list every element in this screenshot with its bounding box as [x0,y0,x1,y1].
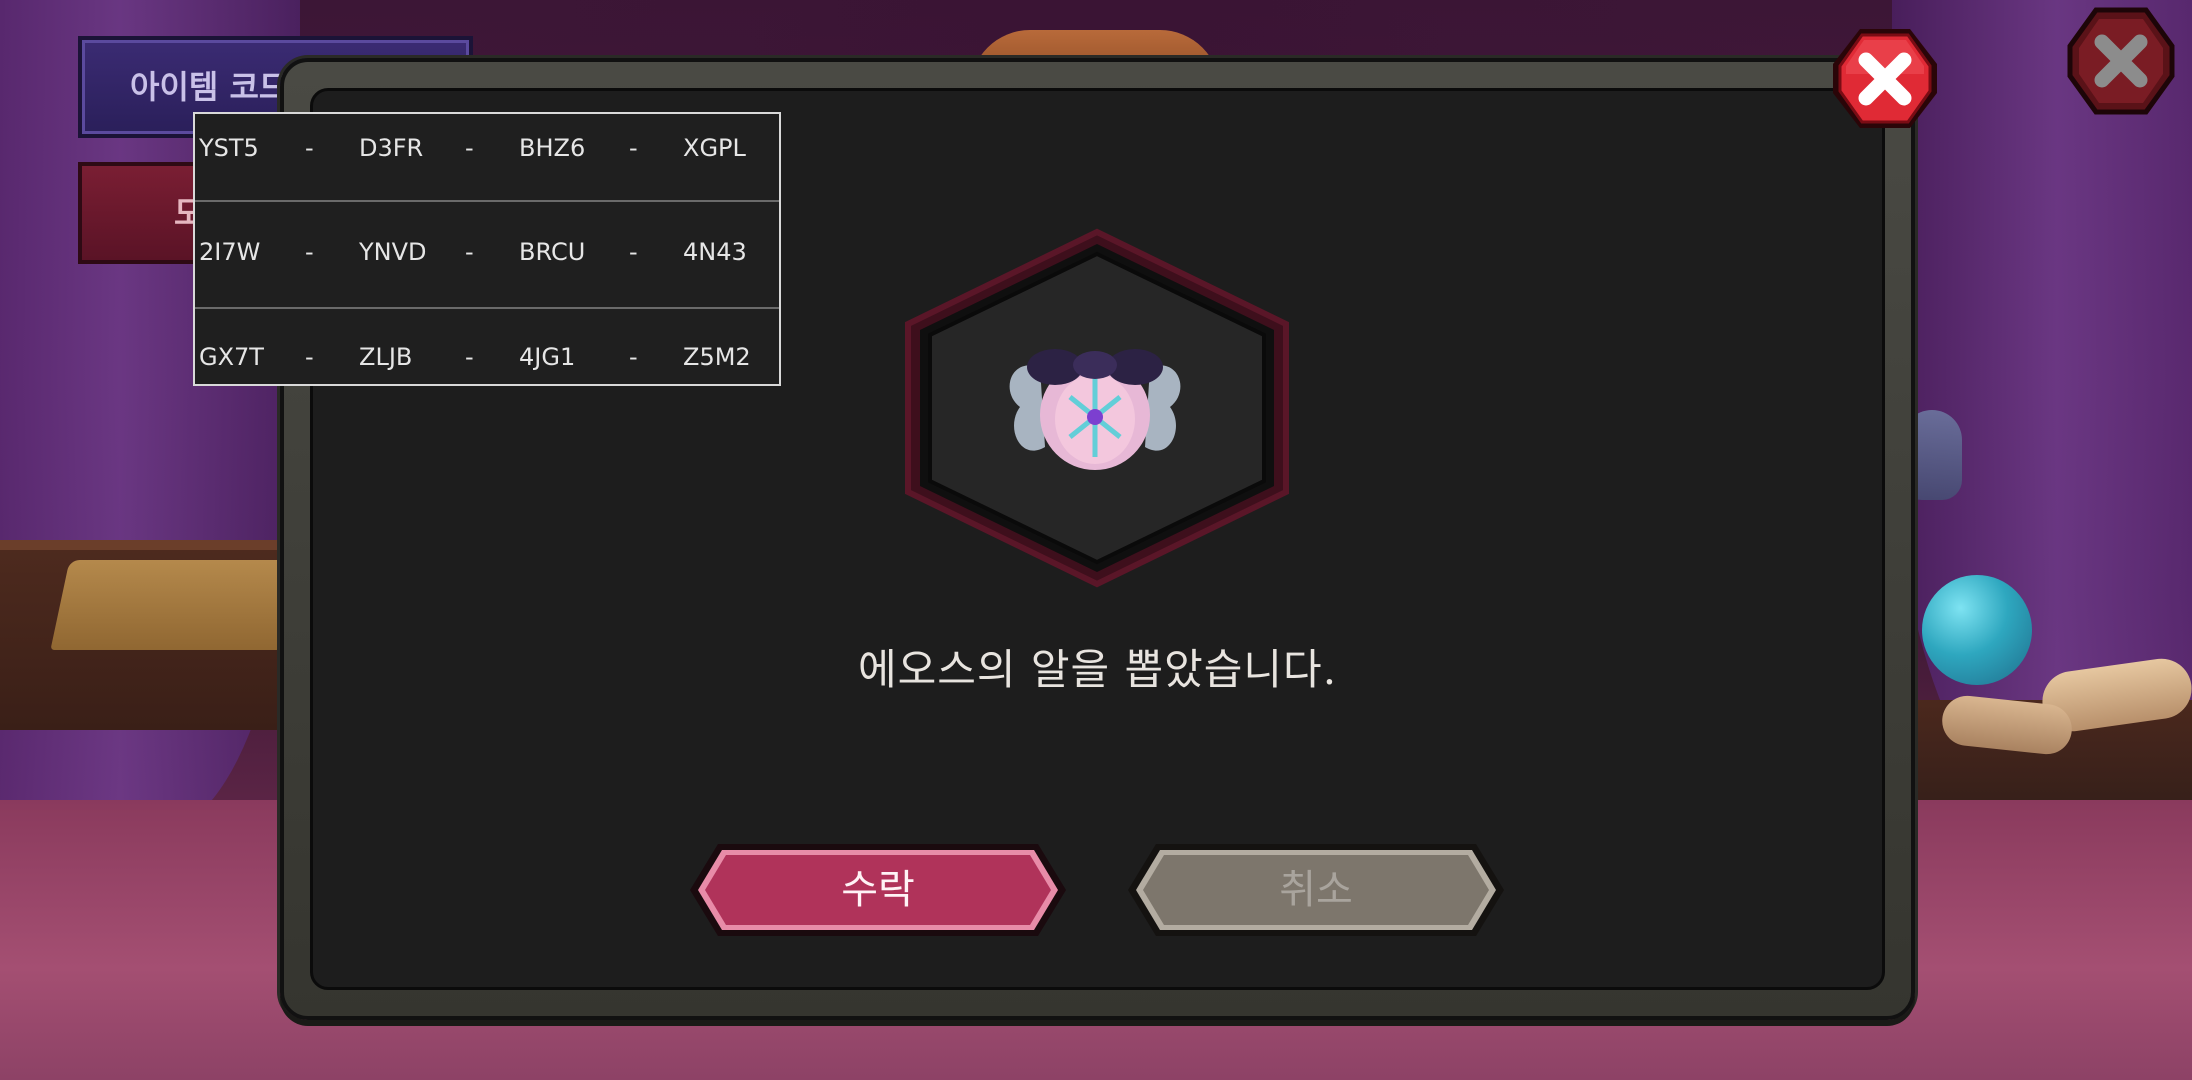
cancel-button-label: 취소 [1279,867,1353,913]
code-segment: BRCU [519,238,586,266]
coupon-code-panel: YST5 - D3FR - BHZ6 - XGPL 2I7W - YNVD - … [193,112,781,386]
code-separator: - [305,134,314,162]
code-separator: - [629,134,638,162]
code-row: YST5 - D3FR - BHZ6 - XGPL [195,114,779,202]
accept-button-label: 수락 [841,867,915,913]
background-close-icon[interactable] [2066,6,2176,116]
game-screen: 아이템 코드 도 에오스의 알을 뽑았습니다. 수락 취소 YST5 - D3F… [0,0,2192,1080]
reward-message: 에오스의 알을 뽑았습니다. [857,645,1338,694]
code-segment: 4N43 [683,238,747,266]
code-row: 2I7W - YNVD - BRCU - 4N43 [195,200,779,309]
code-segment: Z5M2 [683,343,751,371]
code-segment: D3FR [359,134,424,162]
code-segment: YST5 [199,134,259,162]
close-icon[interactable] [1830,26,1940,131]
code-separator: - [465,134,474,162]
open-book [50,560,300,650]
code-separator: - [629,343,638,371]
code-segment: BHZ6 [519,134,586,162]
code-separator: - [305,238,314,266]
code-segment: 4JG1 [519,343,576,371]
code-separator: - [465,343,474,371]
code-row: GX7T - ZLJB - 4JG1 - Z5M2 [195,307,779,386]
cancel-button[interactable]: 취소 [1126,842,1506,938]
accept-button[interactable]: 수락 [688,842,1068,938]
code-separator: - [305,343,314,371]
code-segment: 2I7W [199,238,261,266]
code-segment: GX7T [199,343,264,371]
code-segment: ZLJB [359,343,413,371]
code-segment: YNVD [359,238,427,266]
eos-egg-icon [1009,349,1181,470]
code-separator: - [629,238,638,266]
item-code-button-label: 아이템 코드 [130,68,289,106]
code-separator: - [465,238,474,266]
crystal-orb [1922,575,2032,685]
code-segment: XGPL [683,134,746,162]
